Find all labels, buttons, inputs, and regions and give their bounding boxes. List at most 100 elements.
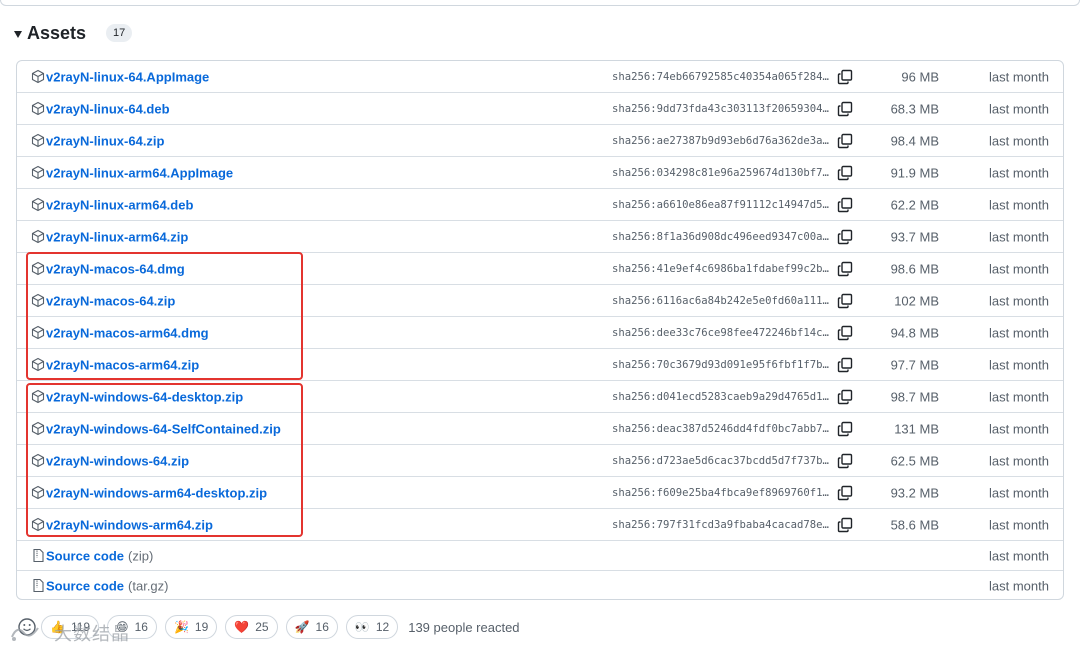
- reaction-emoji-icon: 👀: [354, 620, 370, 634]
- file-zip-icon: [33, 548, 44, 563]
- asset-sha256: sha256:797f31fcd3a9fbaba4cacad78e…: [612, 518, 829, 531]
- asset-size: 93.2 MB: [890, 485, 939, 500]
- copy-icon[interactable]: [837, 357, 853, 373]
- copy-icon[interactable]: [837, 325, 853, 341]
- asset-download-link[interactable]: v2rayN-linux-64.zip: [46, 133, 165, 148]
- asset-size: 58.6 MB: [890, 517, 939, 532]
- copy-icon[interactable]: [837, 261, 853, 277]
- asset-sha256: sha256:d041ecd5283caeb9a29d4765d1…: [612, 390, 829, 403]
- asset-file: v2rayN-linux-64.AppImage: [31, 69, 209, 84]
- asset-date: last month: [989, 69, 1049, 84]
- asset-file: v2rayN-windows-64-desktop.zip: [31, 389, 243, 404]
- source-file: Source code (tar.gz): [31, 578, 169, 593]
- copy-icon[interactable]: [837, 197, 853, 213]
- asset-date: last month: [989, 293, 1049, 308]
- asset-file: v2rayN-macos-64.dmg: [31, 261, 185, 276]
- asset-file: v2rayN-linux-arm64.deb: [31, 197, 193, 212]
- asset-size: 98.4 MB: [890, 133, 939, 148]
- asset-download-link[interactable]: v2rayN-macos-arm64.zip: [46, 357, 199, 372]
- copy-icon[interactable]: [837, 293, 853, 309]
- asset-download-link[interactable]: v2rayN-windows-64.zip: [46, 453, 189, 468]
- package-icon: [31, 261, 45, 276]
- package-icon: [31, 165, 45, 180]
- reaction-button[interactable]: 👀 12: [345, 615, 399, 639]
- package-icon: [31, 357, 45, 372]
- asset-download-link[interactable]: v2rayN-linux-64.deb: [46, 101, 170, 116]
- asset-size: 96 MB: [901, 69, 939, 84]
- file-zip-icon: [33, 578, 44, 593]
- package-icon: [31, 389, 45, 404]
- asset-download-link[interactable]: v2rayN-linux-arm64.zip: [46, 229, 188, 244]
- asset-size: 94.8 MB: [890, 325, 939, 340]
- asset-date: last month: [989, 325, 1049, 340]
- watermark-text: 大数结晶: [54, 624, 130, 644]
- asset-download-link[interactable]: v2rayN-macos-arm64.dmg: [46, 325, 209, 340]
- asset-sha256: sha256:ae27387b9d93eb6d76a362de3a…: [612, 134, 829, 147]
- asset-size: 131 MB: [894, 421, 939, 436]
- asset-sha256: sha256:d723ae5d6cac37bcdd5d7f737b…: [612, 454, 829, 467]
- asset-download-link[interactable]: v2rayN-windows-arm64-desktop.zip: [46, 485, 267, 500]
- asset-sha256: sha256:dee33c76ce98fee472246bf14c…: [612, 326, 829, 339]
- assets-list: v2rayN-linux-64.AppImage sha256:74eb66792…: [16, 60, 1064, 600]
- asset-download-link[interactable]: v2rayN-windows-64-SelfContained.zip: [46, 421, 281, 436]
- reactions-summary: 139 people reacted: [408, 619, 520, 635]
- copy-icon[interactable]: [837, 389, 853, 405]
- copy-icon[interactable]: [837, 421, 853, 437]
- asset-date: last month: [989, 357, 1049, 372]
- assets-toggle[interactable]: Assets 17: [14, 20, 133, 46]
- asset-row: v2rayN-linux-arm64.deb sha256:a6610e86ea8…: [17, 188, 1063, 220]
- asset-download-link[interactable]: v2rayN-linux-64.AppImage: [46, 69, 209, 84]
- asset-row: v2rayN-windows-arm64-desktop.zip sha256:f…: [17, 476, 1063, 508]
- asset-file: v2rayN-macos-64.zip: [31, 293, 175, 308]
- asset-file: v2rayN-macos-arm64.dmg: [31, 325, 209, 340]
- reaction-button[interactable]: 🚀 16: [285, 615, 338, 639]
- source-code-link[interactable]: Source code: [46, 548, 124, 563]
- reaction-button[interactable]: ❤️ 25: [225, 615, 278, 639]
- asset-file: v2rayN-linux-arm64.zip: [31, 229, 188, 244]
- copy-icon[interactable]: [837, 165, 853, 181]
- asset-size: 68.3 MB: [890, 101, 939, 116]
- package-icon: [31, 453, 45, 468]
- asset-file: v2rayN-windows-64.zip: [31, 453, 189, 468]
- package-icon: [31, 517, 45, 532]
- copy-icon[interactable]: [837, 69, 853, 85]
- reaction-button[interactable]: 🎉 19: [164, 615, 218, 639]
- copy-icon[interactable]: [837, 101, 853, 117]
- asset-file: v2rayN-linux-arm64.AppImage: [31, 165, 233, 180]
- asset-download-link[interactable]: v2rayN-macos-64.zip: [46, 293, 175, 308]
- asset-row: v2rayN-linux-arm64.zip sha256:8f1a36d908d…: [17, 220, 1063, 252]
- asset-sha256: sha256:70c3679d93d091e95f6fbf1f7b…: [612, 358, 829, 371]
- asset-sha256: sha256:74eb66792585c40354a065f284…: [612, 70, 829, 83]
- asset-size: 91.9 MB: [890, 165, 939, 180]
- asset-row: v2rayN-macos-64.dmg sha256:41e9ef4c6986ba…: [17, 252, 1063, 284]
- asset-download-link[interactable]: v2rayN-linux-arm64.deb: [46, 197, 193, 212]
- copy-icon[interactable]: [837, 517, 853, 533]
- source-code-ext[interactable]: (zip): [128, 548, 153, 563]
- package-icon: [31, 197, 45, 212]
- source-date: last month: [989, 548, 1049, 563]
- asset-download-link[interactable]: v2rayN-windows-arm64.zip: [46, 517, 213, 532]
- asset-sha256: sha256:deac387d5246dd4fdf0bc7abb7…: [612, 422, 829, 435]
- watermark: 大数结晶: [8, 620, 130, 646]
- asset-row: v2rayN-linux-64.AppImage sha256:74eb66792…: [17, 61, 1063, 92]
- asset-sha256: sha256:8f1a36d908dc496eed9347c00a…: [612, 230, 829, 243]
- asset-row: v2rayN-linux-64.zip sha256:ae27387b9d93eb…: [17, 124, 1063, 156]
- asset-file: v2rayN-linux-64.deb: [31, 101, 170, 116]
- asset-download-link[interactable]: v2rayN-linux-arm64.AppImage: [46, 165, 233, 180]
- asset-size: 98.6 MB: [890, 261, 939, 276]
- source-code-ext[interactable]: (tar.gz): [128, 578, 168, 593]
- source-row: Source code (tar.gz) last month: [17, 570, 1063, 600]
- asset-download-link[interactable]: v2rayN-macos-64.dmg: [46, 261, 185, 276]
- source-code-link[interactable]: Source code: [46, 578, 124, 593]
- source-row: Source code (zip) last month: [17, 540, 1063, 570]
- copy-icon[interactable]: [837, 485, 853, 501]
- reaction-emoji-icon: ❤️: [234, 620, 250, 634]
- package-icon: [31, 325, 45, 340]
- copy-icon[interactable]: [837, 453, 853, 469]
- asset-row: v2rayN-linux-arm64.AppImage sha256:034298…: [17, 156, 1063, 188]
- copy-icon[interactable]: [837, 229, 853, 245]
- asset-download-link[interactable]: v2rayN-windows-64-desktop.zip: [46, 389, 243, 404]
- asset-date: last month: [989, 421, 1049, 436]
- top-border: [0, 0, 1080, 6]
- copy-icon[interactable]: [837, 133, 853, 149]
